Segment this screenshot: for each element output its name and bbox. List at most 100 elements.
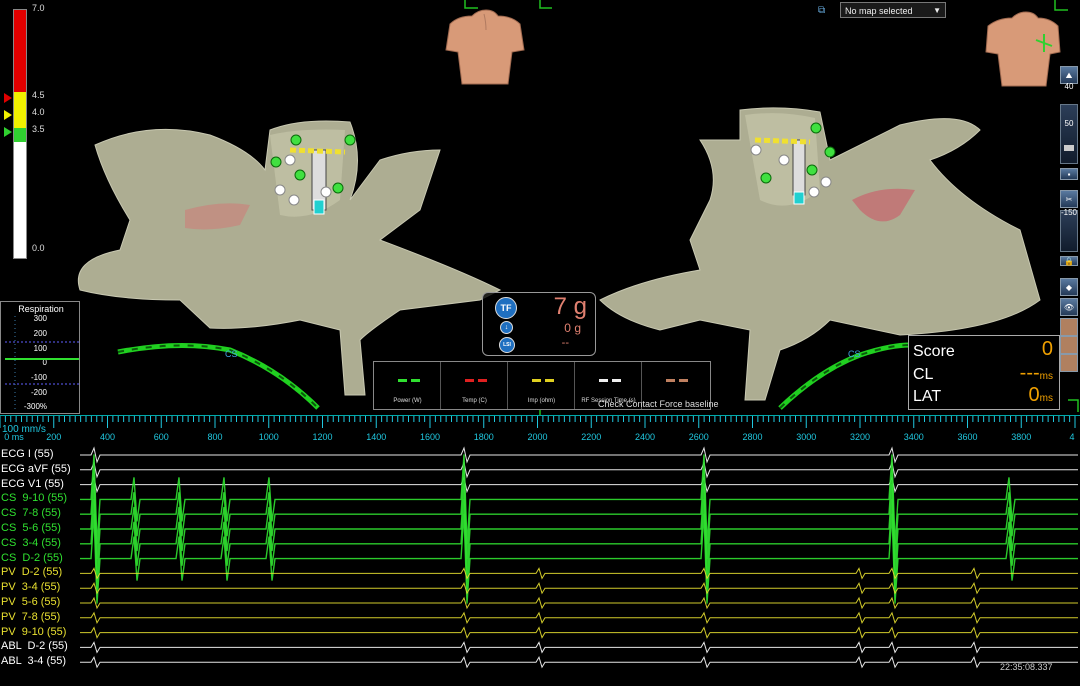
- force-direction-icon: ↓: [500, 321, 513, 334]
- lock-icon[interactable]: 🔒: [1060, 256, 1078, 266]
- lsi-value: --: [561, 337, 569, 349]
- force-scale-max: 7.0: [32, 3, 45, 13]
- cl-number: ---: [1019, 362, 1040, 384]
- tag-toggle-button[interactable]: ▪: [1060, 168, 1078, 180]
- map-select-value: No map selected: [845, 6, 913, 16]
- torso-orientation-right: [985, 11, 1061, 87]
- channel-label[interactable]: PV 7-8 (55): [1, 611, 60, 623]
- map-icon[interactable]: ⧉: [818, 5, 832, 16]
- channel-trace: [80, 626, 1078, 639]
- sub-force-number: 0: [564, 321, 571, 335]
- channel-label[interactable]: PV D-2 (55): [1, 566, 62, 578]
- channel-label[interactable]: PV 9-10 (55): [1, 626, 66, 638]
- tf-badge: TF: [495, 297, 517, 319]
- chevron-down-icon: ▼: [933, 6, 941, 15]
- force-scale-bar: [13, 9, 27, 259]
- ruler-tick-label: 1200: [312, 432, 333, 442]
- channel-trace: [80, 641, 1078, 654]
- cs-catheter-left[interactable]: CS: [117, 342, 320, 410]
- channel-label[interactable]: ECG I (55): [1, 448, 54, 460]
- force-unit: g: [573, 293, 587, 320]
- channel-label[interactable]: ABL D-2 (55): [1, 640, 68, 652]
- lat-label: LAT: [913, 388, 942, 405]
- ruler-tick-label: 2800: [742, 432, 763, 442]
- force-threshold-marker-yellow[interactable]: [4, 110, 12, 120]
- ruler-tick-label: 200: [46, 432, 62, 442]
- electrogram-panel[interactable]: ECG I (55) ECG aVF (55) ECG V1 (55) CS 9-10…: [0, 444, 1080, 686]
- ruler-tick-label: 600: [153, 432, 169, 442]
- timeline-ruler[interactable]: 200 400 600 800 1000 1200 1400 1600 1800 2000 2200…: [0, 415, 1080, 445]
- channel-label[interactable]: PV 3-4 (55): [1, 581, 60, 593]
- cl-value: ---ms: [1020, 362, 1053, 385]
- torso-view-button[interactable]: [1060, 336, 1078, 354]
- channel-trace: [80, 596, 1078, 610]
- respiration-panel: Respiration 300 200 100 0 -100 -200 -300…: [0, 301, 80, 414]
- ruler-tick-label: 4: [1069, 432, 1075, 442]
- cl-unit: ms: [1039, 371, 1053, 382]
- force-scale-yellow: [14, 92, 26, 128]
- channel-trace: [80, 513, 1078, 604]
- clip-scissors-button[interactable]: ✂: [1060, 190, 1078, 208]
- ruler-tick-label: 800: [207, 432, 223, 442]
- channel-trace: [80, 581, 1078, 595]
- ruler-tick-label: 2600: [688, 432, 709, 442]
- channel-label[interactable]: CS D-2 (55): [1, 552, 63, 564]
- torso-view-button[interactable]: [1060, 354, 1078, 372]
- channel-trace: [80, 498, 1078, 589]
- legend-swatch: [532, 379, 554, 382]
- legend-label: Temp (C): [462, 398, 487, 404]
- legend-swatch: [398, 379, 420, 382]
- ruler-tick-label: 3400: [903, 432, 924, 442]
- force-threshold-marker-green[interactable]: [4, 127, 12, 137]
- ruler-tick-label: 2000: [527, 432, 548, 442]
- channel-label[interactable]: CS 9-10 (55): [1, 492, 67, 504]
- view-preset-button[interactable]: ◆: [1060, 278, 1078, 296]
- cs-catheter-right[interactable]: CS: [778, 342, 911, 410]
- force-scale-label: 4.0: [32, 107, 45, 117]
- force-scale-min: 0.0: [32, 243, 45, 253]
- channel-label[interactable]: CS 3-4 (55): [1, 537, 61, 549]
- channel-trace: [80, 611, 1078, 625]
- opacity-slider[interactable]: [1060, 104, 1078, 164]
- score-label: Score: [913, 343, 955, 360]
- ruler-tick-label: 2200: [581, 432, 602, 442]
- contact-force-scale: 7.0 4.5 4.0 3.5 0.0: [0, 0, 60, 260]
- lsi-badge: LSI: [499, 337, 515, 353]
- sweep-speed[interactable]: 100 mm/s: [2, 424, 46, 435]
- channel-label[interactable]: ECG aVF (55): [1, 463, 71, 475]
- slider-handle[interactable]: [1064, 145, 1074, 151]
- cs-label-left: CS: [225, 349, 238, 359]
- sub-force-unit: g: [574, 321, 581, 335]
- legend-label: Imp (ohm): [527, 398, 556, 404]
- status-message: Check Contact Force baseline: [598, 399, 719, 409]
- ruler-tick-label: 1800: [473, 432, 494, 442]
- cl-label: CL: [913, 366, 934, 383]
- channel-trace: [80, 446, 1078, 464]
- channel-label[interactable]: ABL 3-4 (55): [1, 655, 66, 667]
- channel-label[interactable]: PV 5-6 (55): [1, 596, 60, 608]
- view-toolbar: ⛰ 40 50 ▪ ✂ -150 🔒 ◆ 👁: [1058, 64, 1080, 384]
- force-value: 7 g: [554, 293, 587, 321]
- force-scale-red: [14, 10, 26, 92]
- force-threshold-marker-red[interactable]: [4, 93, 12, 103]
- force-scale-label: 4.5: [32, 90, 45, 100]
- channel-trace: [80, 655, 1078, 669]
- legend-swatch: [465, 379, 487, 382]
- force-scale-green: [14, 128, 26, 142]
- zoom-value: 40: [1064, 82, 1074, 91]
- eye-icon[interactable]: 👁: [1060, 298, 1078, 316]
- slider2-value: -150: [1060, 208, 1077, 217]
- channel-label[interactable]: ECG V1 (55): [1, 478, 64, 490]
- ruler-tick-label: 3600: [957, 432, 978, 442]
- channel-label[interactable]: CS 7-8 (55): [1, 507, 61, 519]
- contact-force-panel[interactable]: TF ↓ LSI 7 g 0 g --: [482, 292, 596, 356]
- force-number: 7: [553, 293, 567, 320]
- channel-label[interactable]: CS 5-6 (55): [1, 522, 61, 534]
- torso-view-button[interactable]: [1060, 318, 1078, 336]
- map-select-dropdown[interactable]: No map selected ▼: [840, 2, 946, 18]
- legend-temp: Temp (C): [441, 362, 508, 409]
- electrogram-traces: [80, 446, 1078, 669]
- channel-trace: [80, 567, 1078, 580]
- ruler-tick-label: 3200: [849, 432, 871, 442]
- clock-timestamp: 22:35:08.337: [1000, 662, 1053, 672]
